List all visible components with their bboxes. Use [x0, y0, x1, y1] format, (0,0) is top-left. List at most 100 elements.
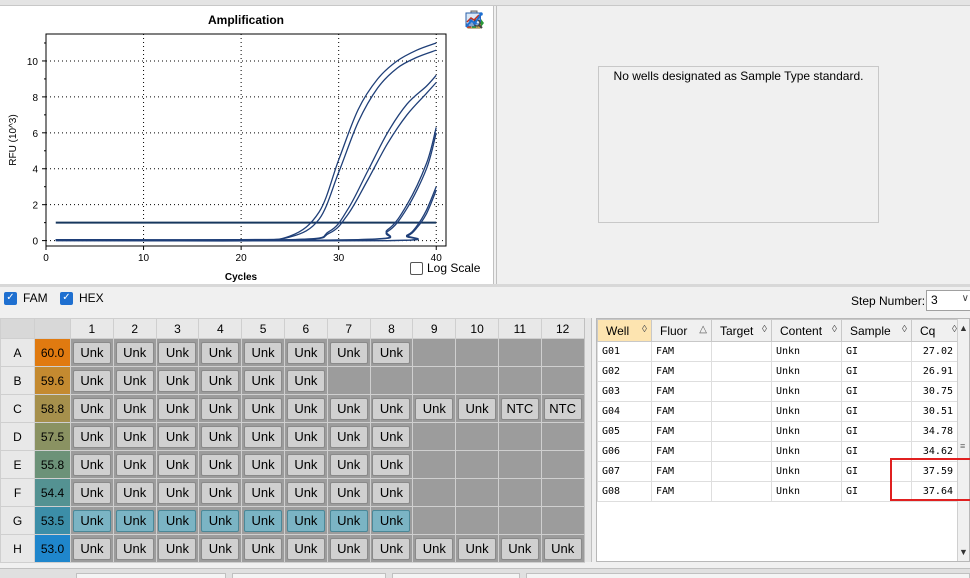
plate-well[interactable]: Unk — [455, 394, 499, 423]
fam-checkbox[interactable]: ✓ — [4, 291, 17, 305]
plate-well[interactable]: Unk — [369, 506, 414, 535]
plate-column-header[interactable]: 3 — [155, 318, 200, 339]
plate-well[interactable]: Unk — [198, 422, 243, 451]
grid-cell[interactable]: FAM — [651, 461, 712, 482]
plate-well[interactable]: Unk — [369, 534, 414, 563]
plate-well[interactable]: Unk — [455, 534, 499, 563]
plate-well[interactable]: Unk — [412, 394, 457, 423]
plate-well[interactable]: Unk — [241, 478, 285, 507]
plate-well[interactable]: Unk — [155, 422, 200, 451]
grid-row[interactable]: G02 FAM Unkn GI 26.91 — [597, 361, 962, 382]
grid-row[interactable]: G03 FAM Unkn GI 30.75 — [597, 381, 962, 402]
grid-cell[interactable]: Unkn — [771, 341, 842, 362]
grid-cell[interactable] — [711, 461, 772, 482]
plate-well[interactable]: Unk — [326, 534, 371, 563]
grid-cell[interactable] — [711, 421, 772, 442]
plate-row-header[interactable]: G — [0, 506, 35, 535]
grid-cell[interactable] — [711, 441, 772, 462]
grid-cell[interactable]: Unkn — [771, 421, 842, 442]
grid-cell[interactable]: 37.64 — [911, 481, 962, 502]
plate-well[interactable]: Unk — [283, 338, 328, 367]
grid-cell[interactable]: 30.75 — [911, 381, 962, 402]
plate-well-empty[interactable] — [412, 366, 457, 395]
plate-well[interactable]: Unk — [70, 338, 114, 367]
plate-well-empty[interactable] — [412, 478, 457, 507]
plate-well-empty[interactable] — [540, 338, 585, 367]
plate-well-empty[interactable] — [497, 422, 542, 451]
grid-cell[interactable] — [711, 341, 772, 362]
plate-well[interactable]: Unk — [198, 338, 243, 367]
grid-cell[interactable] — [711, 381, 772, 402]
grid-cell[interactable]: 26.91 — [911, 361, 962, 382]
grid-cell[interactable]: FAM — [651, 441, 712, 462]
grid-scrollbar[interactable]: ▲ ≡ ▼ — [957, 319, 969, 561]
grid-cell[interactable]: GI — [841, 461, 912, 482]
plate-well[interactable]: Unk — [326, 506, 371, 535]
grid-row[interactable]: G06 FAM Unkn GI 34.62 — [597, 441, 962, 462]
grid-cell[interactable]: Unkn — [771, 461, 842, 482]
grid-cell[interactable]: GI — [841, 361, 912, 382]
grid-cell[interactable]: GI — [841, 421, 912, 442]
grid-row[interactable]: G01 FAM Unkn GI 27.02 — [597, 341, 962, 362]
plate-row-header[interactable]: H — [0, 534, 35, 563]
plate-column-header[interactable]: 7 — [326, 318, 371, 339]
plate-well-empty[interactable] — [412, 450, 457, 479]
grid-cell[interactable] — [711, 481, 772, 502]
grid-cell[interactable]: Unkn — [771, 401, 842, 422]
grid-cell[interactable]: G03 — [597, 381, 652, 402]
bottom-tab[interactable] — [526, 573, 970, 578]
plate-well[interactable]: Unk — [70, 394, 114, 423]
plate-column-header[interactable]: 4 — [198, 318, 243, 339]
plate-column-header[interactable]: 11 — [497, 318, 542, 339]
grid-column-header[interactable]: Sample ◊ — [841, 319, 912, 342]
plate-well[interactable]: Unk — [326, 478, 371, 507]
grid-cell[interactable]: Unkn — [771, 441, 842, 462]
plate-well[interactable]: Unk — [112, 450, 157, 479]
plate-well-empty[interactable] — [540, 450, 585, 479]
plate-well[interactable]: Unk — [112, 506, 157, 535]
plate-well[interactable]: Unk — [70, 506, 114, 535]
plate-row-header[interactable]: A — [0, 338, 35, 367]
plate-well[interactable]: Unk — [155, 450, 200, 479]
sort-icon[interactable]: △ — [699, 324, 707, 335]
line-style-icon[interactable] — [464, 10, 484, 30]
plate-column-header[interactable]: 12 — [540, 318, 585, 339]
grid-cell[interactable]: G01 — [597, 341, 652, 362]
plate-row-header[interactable]: B — [0, 366, 35, 395]
plate-well[interactable]: Unk — [70, 422, 114, 451]
plate-well-empty[interactable] — [497, 366, 542, 395]
plate-well[interactable]: Unk — [155, 534, 200, 563]
plate-well[interactable]: Unk — [283, 366, 328, 395]
plate-well[interactable]: Unk — [112, 478, 157, 507]
plate-well-empty[interactable] — [540, 366, 585, 395]
grid-row[interactable]: G07 FAM Unkn GI 37.59 — [597, 461, 962, 482]
grid-cell[interactable]: 37.59 — [911, 461, 962, 482]
step-number-select[interactable]: 3 ∨ — [926, 290, 970, 311]
plate-column-header[interactable]: 5 — [241, 318, 285, 339]
plate-well[interactable]: Unk — [241, 394, 285, 423]
grid-cell[interactable]: Unkn — [771, 481, 842, 502]
plate-well[interactable]: Unk — [70, 478, 114, 507]
plate-well[interactable]: Unk — [283, 450, 328, 479]
scroll-grip-icon[interactable]: ≡ — [960, 441, 965, 451]
plate-well-empty[interactable] — [412, 422, 457, 451]
grid-cell[interactable]: G02 — [597, 361, 652, 382]
plate-well[interactable]: Unk — [198, 506, 243, 535]
grid-cell[interactable]: 34.62 — [911, 441, 962, 462]
plate-well[interactable]: Unk — [497, 534, 542, 563]
plate-well[interactable]: Unk — [326, 338, 371, 367]
plate-column-header[interactable]: 8 — [369, 318, 414, 339]
plate-well[interactable]: Unk — [369, 338, 414, 367]
grid-column-header[interactable]: Target ◊ — [711, 319, 772, 342]
plate-well[interactable]: NTC — [540, 394, 585, 423]
grid-cell[interactable]: GI — [841, 341, 912, 362]
plate-well[interactable]: Unk — [241, 366, 285, 395]
plate-well[interactable]: Unk — [540, 534, 585, 563]
plate-well-empty[interactable] — [326, 366, 371, 395]
grid-row[interactable]: G05 FAM Unkn GI 34.78 — [597, 421, 962, 442]
sort-icon[interactable]: ◊ — [642, 324, 647, 335]
plate-grid-splitter[interactable] — [584, 318, 592, 562]
bottom-tab[interactable] — [232, 573, 386, 578]
grid-cell[interactable]: 34.78 — [911, 421, 962, 442]
plate-well[interactable]: Unk — [155, 478, 200, 507]
